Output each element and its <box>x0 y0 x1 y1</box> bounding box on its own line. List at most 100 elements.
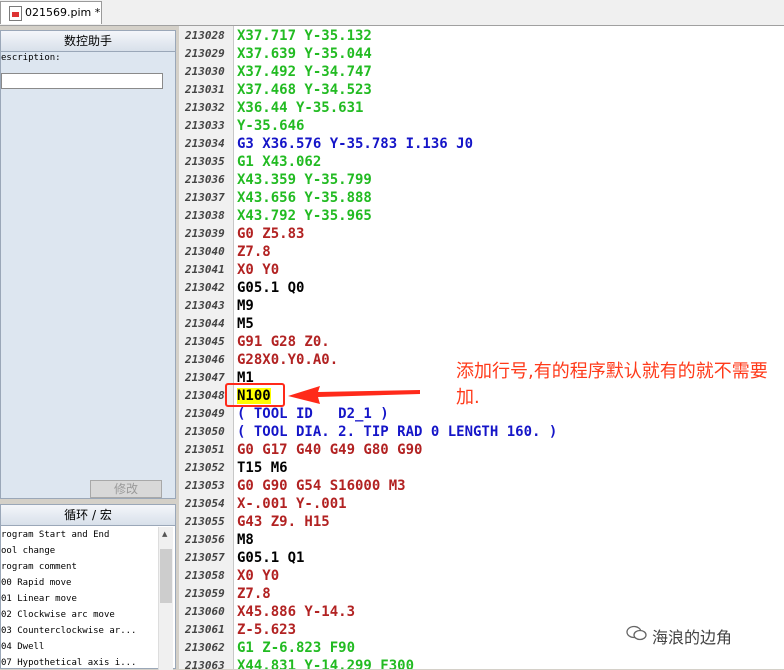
macro-list-scrollbar[interactable]: ▲ <box>158 527 173 670</box>
macro-item[interactable]: ool change <box>1 543 159 559</box>
line-number: 213045 <box>185 335 225 348</box>
code-segment: Z7.8 <box>237 586 271 602</box>
code-line[interactable]: 213056 M8 <box>179 531 784 549</box>
scrollbar-thumb[interactable] <box>160 549 172 603</box>
code-line[interactable]: 213040 Z7.8 <box>179 243 784 261</box>
cycles-macros-panel: 循环 / 宏 rogram Start and End ool change r… <box>0 504 176 670</box>
code-segment: X37.717 Y-35.132 <box>237 28 372 44</box>
code-segment: G1 Z-6.823 F90 <box>237 640 356 656</box>
macro-item[interactable]: 01 Linear move <box>1 591 159 607</box>
code-line[interactable]: 213038 X43.792 Y-35.965 <box>179 207 784 225</box>
line-number: 213051 <box>185 443 225 456</box>
code-line[interactable]: 213037 X43.656 Y-35.888 <box>179 189 784 207</box>
code-line[interactable]: 213058 X0 Y0 <box>179 567 784 585</box>
nc-assistant-title: 数控助手 <box>1 31 175 52</box>
code-line[interactable]: 213043 M9 <box>179 297 784 315</box>
code-segment: M5 <box>237 316 254 332</box>
code-line[interactable]: 213029 X37.639 Y-35.044 <box>179 45 784 63</box>
code-line[interactable]: 213036 X43.359 Y-35.799 <box>179 171 784 189</box>
code-line[interactable]: 213042 G05.1 Q0 <box>179 279 784 297</box>
scroll-up-arrow-icon[interactable]: ▲ <box>162 530 167 538</box>
code-line[interactable]: 213045 G91 G28 Z0. <box>179 333 784 351</box>
code-text: X43.656 Y-35.888 <box>237 189 372 207</box>
code-text: Y-35.646 <box>237 117 304 135</box>
code-segment: ( TOOL DIA. 2. TIP RAD 0 LENGTH 160. ) <box>237 424 558 440</box>
code-line[interactable]: 213059 Z7.8 <box>179 585 784 603</box>
code-text: X44.831 Y-14.299 F300 <box>237 657 414 669</box>
line-number: 213060 <box>185 605 225 618</box>
tab-title: 021569.pim * <box>25 6 101 19</box>
macro-item[interactable]: 07 Hypothetical axis i... <box>1 655 159 670</box>
line-number: 213032 <box>185 101 225 114</box>
line-number: 213036 <box>185 173 225 186</box>
code-text: Z7.8 <box>237 585 271 603</box>
code-line[interactable]: 213053 G0 G90 G54 S16000 M3 <box>179 477 784 495</box>
code-text: X37.639 Y-35.044 <box>237 45 372 63</box>
macro-item[interactable]: rogram Start and End <box>1 527 159 543</box>
code-segment: G05.1 Q1 <box>237 550 305 566</box>
modify-button[interactable]: 修改 <box>90 480 162 498</box>
code-segment: M8 <box>237 532 254 548</box>
macro-item[interactable]: rogram comment <box>1 559 159 575</box>
code-segment: ( TOOL ID D2_1 ) <box>237 406 389 422</box>
macro-item[interactable]: 04 Dwell <box>1 639 159 655</box>
macro-item[interactable]: 00 Rapid move <box>1 575 159 591</box>
code-segment: G05.1 Q0 <box>237 280 305 296</box>
code-line[interactable]: 213044 M5 <box>179 315 784 333</box>
code-segment: G91 G28 Z0. <box>237 334 330 350</box>
code-text: X37.717 Y-35.132 <box>237 27 372 45</box>
code-line[interactable]: 213039 G0 Z5.83 <box>179 225 784 243</box>
line-number: 213054 <box>185 497 225 510</box>
highlight-box <box>225 383 285 407</box>
code-segment: Y-35.646 <box>237 118 305 134</box>
description-input[interactable] <box>1 73 163 89</box>
code-line[interactable]: 213051 G0 G17 G40 G49 G80 G90 <box>179 441 784 459</box>
line-number: 213035 <box>185 155 225 168</box>
code-line[interactable]: 213057 G05.1 Q1 <box>179 549 784 567</box>
tab-file[interactable]: 021569.pim * <box>0 1 102 24</box>
code-line[interactable]: 213035 G1 X43.062 <box>179 153 784 171</box>
code-editor[interactable]: 213028 X37.717 Y-35.132 213029 X37.639 Y-35… <box>179 26 784 669</box>
line-number: 213052 <box>185 461 225 474</box>
file-icon <box>9 6 22 21</box>
code-segment: G0 Z5.83 <box>237 226 305 242</box>
wechat-icon <box>626 625 647 641</box>
code-segment: G3 X36.576 Y-35.783 I.136 J0 <box>237 136 474 152</box>
watermark-text: 海浪的边角 <box>652 628 733 647</box>
code-line[interactable]: 213034 G3 X36.576 Y-35.783 I.136 J0 <box>179 135 784 153</box>
code-line[interactable]: 213028 X37.717 Y-35.132 <box>179 27 784 45</box>
line-number: 213046 <box>185 353 225 366</box>
code-line[interactable]: 213033 Y-35.646 <box>179 117 784 135</box>
line-number: 213053 <box>185 479 225 492</box>
code-line[interactable]: 213050 ( TOOL DIA. 2. TIP RAD 0 LENGTH 16… <box>179 423 784 441</box>
code-line[interactable]: 213063 X44.831 Y-14.299 F300 <box>179 657 784 669</box>
code-segment: X43.656 Y-35.888 <box>237 190 372 206</box>
macro-item[interactable]: 02 Clockwise arc move <box>1 607 159 623</box>
code-text: X37.492 Y-34.747 <box>237 63 372 81</box>
code-text: Z7.8 <box>237 243 271 261</box>
code-line[interactable]: 213060 X45.886 Y-14.3 <box>179 603 784 621</box>
code-segment: T15 M6 <box>237 460 288 476</box>
tab-bar: 021569.pim * <box>0 0 784 26</box>
code-text: X-.001 Y-.001 <box>237 495 347 513</box>
code-line[interactable]: 213054 X-.001 Y-.001 <box>179 495 784 513</box>
code-line[interactable]: 213030 X37.492 Y-34.747 <box>179 63 784 81</box>
line-number: 213057 <box>185 551 225 564</box>
code-segment: X36.44 Y-35.631 <box>237 100 364 116</box>
code-text: X0 Y0 <box>237 261 279 279</box>
line-number: 213033 <box>185 119 225 132</box>
code-line[interactable]: 213041 X0 Y0 <box>179 261 784 279</box>
code-line[interactable]: 213031 X37.468 Y-34.523 <box>179 81 784 99</box>
line-number: 213059 <box>185 587 225 600</box>
code-line[interactable]: 213055 G43 Z9. H15 <box>179 513 784 531</box>
code-line[interactable]: 213032 X36.44 Y-35.631 <box>179 99 784 117</box>
code-segment: X0 Y0 <box>237 262 280 278</box>
code-line[interactable]: 213052 T15 M6 <box>179 459 784 477</box>
code-text: X36.44 Y-35.631 <box>237 99 363 117</box>
nc-assistant-panel: 数控助手 escription: 修改 <box>0 30 176 499</box>
code-segment: X45.886 Y-14.3 <box>237 604 356 620</box>
code-segment: X37.639 Y-35.044 <box>237 46 372 62</box>
macro-item[interactable]: 03 Counterclockwise ar... <box>1 623 159 639</box>
line-number: 213042 <box>185 281 225 294</box>
code-segment: M9 <box>237 298 254 314</box>
